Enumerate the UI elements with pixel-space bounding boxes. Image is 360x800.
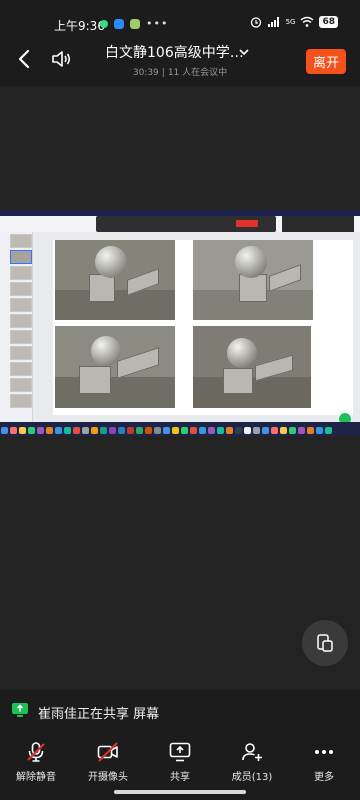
share-button[interactable]: 共享 [144,740,216,783]
drawing-photo [55,326,175,408]
share-screen-icon [169,742,191,762]
slide-thumbnail [10,362,32,376]
meeting-header: 白文静106高级中学… 30:39 | 11 人在会议中 离开 [0,36,360,86]
slide [53,240,353,415]
shared-screen[interactable] [0,210,360,436]
leave-button[interactable]: 离开 [305,49,346,74]
app-notification-icon [130,18,140,29]
slide-thumbnails [0,232,33,422]
wifi-icon [301,16,314,27]
share-status-text: 崔雨佳正在共享 屏幕 [38,707,160,722]
camera-button[interactable]: 开摄像头 [72,740,144,783]
notification-icons: ••• [100,17,168,30]
members-button[interactable]: 成员(13) [216,740,288,783]
more-button[interactable]: 更多 [288,740,360,783]
switch-view-button[interactable] [302,620,348,666]
home-indicator [114,790,246,794]
mac-dock [0,422,360,436]
speaker-thumbnail [282,216,354,232]
switch-view-icon [317,634,333,652]
mic-off-icon [27,742,45,762]
app-notification-icon [114,18,124,29]
status-time: 上午9:36 [54,19,105,33]
meeting-elapsed: 30:39 [132,68,159,78]
camera-off-icon [97,742,118,762]
participants-count: 11 人在会议中 [167,68,228,78]
slide-thumbnail [10,234,32,248]
signal-label: 5G [285,18,296,26]
drawing-photo [55,240,175,320]
unmute-button[interactable]: 解除静音 [0,740,72,783]
more-icon [315,750,333,754]
camera-label: 开摄像头 [88,772,128,783]
chevron-down-icon[interactable] [238,46,250,58]
alarm-icon [250,17,261,28]
slide-canvas [33,232,360,426]
share-label: 共享 [170,772,190,783]
battery-icon: 68 [319,16,338,28]
slide-thumbnail [10,250,32,264]
app-notification-icon [100,19,108,28]
slide-thumbnail [10,330,32,344]
slide-thumbnail [10,266,32,280]
unmute-label: 解除静音 [16,772,56,783]
add-member-icon [242,743,262,761]
stop-share-button [236,220,258,227]
meeting-title[interactable]: 白文静106高级中学… [105,42,255,62]
signal-icon [267,17,279,27]
share-status-bar: 崔雨佳正在共享 屏幕 [0,690,360,732]
sharing-control-bar [96,216,276,232]
slide-thumbnail [10,298,32,312]
drawing-photo [193,326,311,408]
screen-share-icon [12,703,28,717]
slide-thumbnail [10,346,32,360]
system-icons: 5G 68 [250,16,338,28]
drawing-photo [193,240,313,320]
more-notifications-icon: ••• [146,17,169,30]
slide-thumbnail [10,378,32,392]
members-label: 成员(13) [231,772,273,783]
slide-thumbnail [10,282,32,296]
slide-thumbnail [10,394,32,408]
status-bar: 上午9:36 ••• 5G 68 [0,0,360,36]
more-label: 更多 [314,772,334,783]
slide-thumbnail [10,314,32,328]
